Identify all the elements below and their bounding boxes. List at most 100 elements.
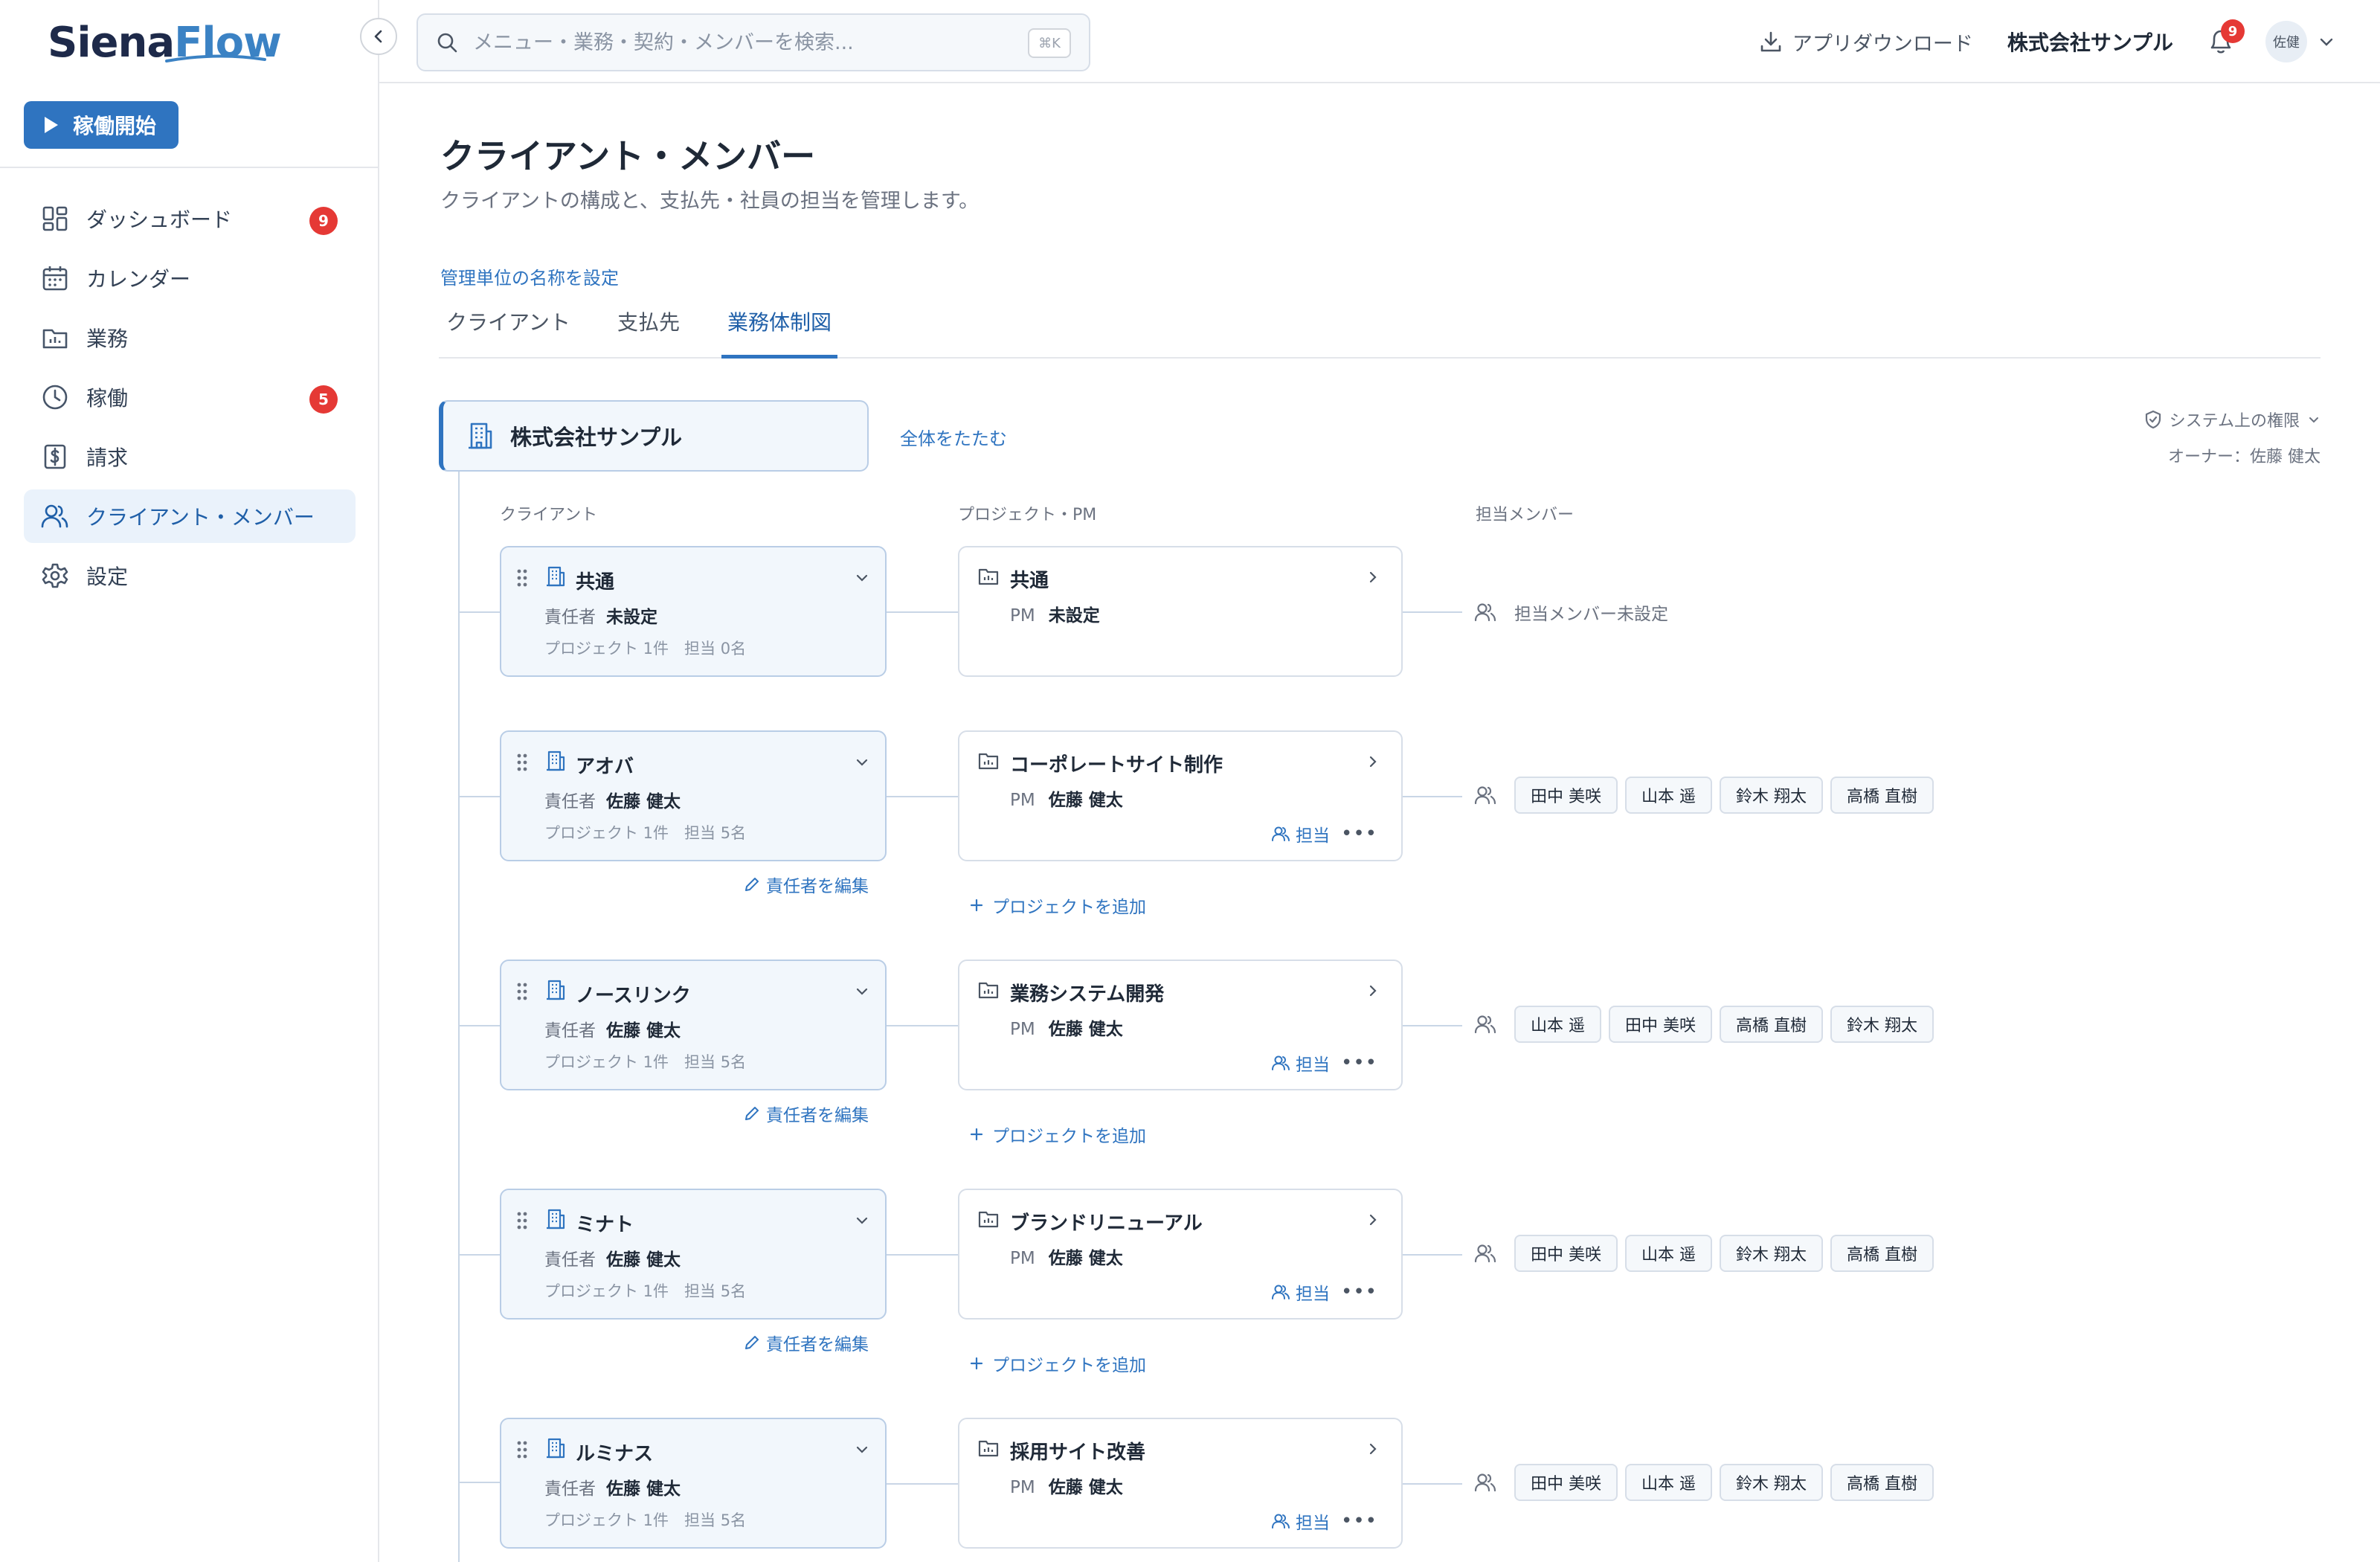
sidebar-item-timesheet[interactable]: 稼働 5 — [24, 370, 356, 424]
member-chip[interactable]: 鈴木 翔太 — [1830, 1006, 1934, 1043]
unit-name-settings-link[interactable]: 管理単位の名称を設定 — [440, 263, 619, 289]
assign-members-button[interactable]: 担当 — [1272, 1279, 1330, 1305]
pencil-icon — [745, 878, 759, 891]
app-download-link[interactable]: アプリダウンロード — [1760, 28, 1973, 57]
chevron-down-icon[interactable] — [2318, 33, 2335, 51]
client-card[interactable]: ノースリンク 責任者 佐藤 健太 プロジェクト 1件 担当 5名 — [500, 960, 887, 1090]
member-chip[interactable]: 高橋 直樹 — [1830, 1464, 1934, 1501]
sidebar-item-dashboard[interactable]: ダッシュボード 9 — [24, 192, 356, 245]
member-list: 担当メンバー未設定 — [1474, 592, 1668, 632]
global-search[interactable]: ⌘K — [416, 13, 1090, 71]
chevron-down-icon[interactable] — [854, 1442, 870, 1458]
member-list: 田中 美咲 山本 遥 鈴木 翔太 高橋 直樹 — [1474, 1233, 1934, 1273]
project-pm: PM 佐藤 健太 — [1010, 791, 1123, 810]
tab-org-chart[interactable]: 業務体制図 — [721, 306, 838, 359]
drag-handle-icon[interactable] — [516, 568, 528, 588]
user-avatar[interactable]: 佐健 — [2265, 21, 2307, 62]
column-header-project: プロジェクト・PM — [958, 506, 1097, 524]
users-icon — [1474, 786, 1496, 805]
client-card[interactable]: アオバ 責任者 佐藤 健太 プロジェクト 1件 担当 5名 — [500, 730, 887, 861]
sidebar-item-billing[interactable]: 請求 — [24, 430, 356, 483]
system-permission-dropdown[interactable]: システム上の権限 — [2144, 408, 2320, 431]
tree-branch-line — [458, 1025, 500, 1026]
collapse-all-button[interactable]: 全体をたたむ — [900, 424, 1007, 450]
project-card[interactable]: 採用サイト改善 PM 佐藤 健太 担当 ••• — [958, 1418, 1403, 1549]
start-work-button[interactable]: 稼働開始 — [24, 101, 178, 149]
member-chip[interactable]: 田中 美咲 — [1514, 1464, 1618, 1501]
member-chip[interactable]: 鈴木 翔太 — [1720, 777, 1823, 814]
client-row: ノースリンク 責任者 佐藤 健太 プロジェクト 1件 担当 5名 責任者を編集 業… — [439, 960, 2320, 1153]
timesheet-badge: 5 — [309, 385, 338, 414]
assign-members-button[interactable]: 担当 — [1272, 1050, 1330, 1076]
project-card[interactable]: ブランドリニューアル PM 佐藤 健太 担当 ••• — [958, 1189, 1403, 1320]
client-row: 共通 責任者 未設定 プロジェクト 1件 担当 0名 共通 PM 未設定 担当メンバ… — [439, 546, 2320, 739]
users-icon — [1272, 1055, 1290, 1070]
chevron-down-icon[interactable] — [854, 983, 870, 1000]
add-project-button[interactable]: プロジェクトを追加 — [970, 1122, 1146, 1147]
sidebar-item-calendar[interactable]: カレンダー — [24, 251, 356, 305]
sidebar-item-work[interactable]: 業務 — [24, 311, 356, 364]
sidebar-item-settings[interactable]: 設定 — [24, 549, 356, 602]
chevron-down-icon[interactable] — [854, 570, 870, 586]
member-chip[interactable]: 鈴木 翔太 — [1720, 1464, 1823, 1501]
member-chip[interactable]: 山本 遥 — [1625, 1464, 1712, 1501]
assign-members-button[interactable]: 担当 — [1272, 1508, 1330, 1534]
client-card[interactable]: ルミナス 責任者 佐藤 健太 プロジェクト 1件 担当 5名 — [500, 1418, 887, 1549]
member-chip[interactable]: 田中 美咲 — [1609, 1006, 1712, 1043]
users-icon — [1474, 1244, 1496, 1263]
more-options-icon[interactable]: ••• — [1341, 1281, 1377, 1303]
play-icon — [45, 117, 58, 133]
client-card[interactable]: ミナト 責任者 佐藤 健太 プロジェクト 1件 担当 5名 — [500, 1189, 887, 1320]
drag-handle-icon[interactable] — [516, 753, 528, 772]
pencil-icon — [745, 1107, 759, 1120]
company-switcher[interactable]: 株式会社サンプル — [2007, 27, 2173, 57]
folder-icon — [978, 753, 999, 770]
tab-clients[interactable]: クライアント — [446, 306, 570, 359]
client-stats: プロジェクト 1件 担当 5名 — [544, 824, 747, 842]
chevron-down-icon[interactable] — [854, 1212, 870, 1229]
drag-handle-icon[interactable] — [516, 1211, 528, 1230]
more-options-icon[interactable]: ••• — [1341, 823, 1377, 845]
client-row: ルミナス 責任者 佐藤 健太 プロジェクト 1件 担当 5名 採用サイト改善 PM… — [439, 1418, 2320, 1562]
project-card[interactable]: 業務システム開発 PM 佐藤 健太 担当 ••• — [958, 960, 1403, 1090]
member-chip[interactable]: 田中 美咲 — [1514, 1235, 1618, 1272]
member-chip[interactable]: 高橋 直樹 — [1830, 777, 1934, 814]
project-card[interactable]: 共通 PM 未設定 — [958, 546, 1403, 677]
building-icon — [547, 566, 565, 587]
more-options-icon[interactable]: ••• — [1341, 1510, 1377, 1532]
project-card[interactable]: コーポレートサイト制作 PM 佐藤 健太 担当 ••• — [958, 730, 1403, 861]
org-root-card[interactable]: 株式会社サンプル — [439, 400, 869, 472]
add-project-button[interactable]: プロジェクトを追加 — [970, 1351, 1146, 1376]
edit-responsible-button[interactable]: 責任者を編集 — [744, 1101, 869, 1126]
client-card[interactable]: 共通 責任者 未設定 プロジェクト 1件 担当 0名 — [500, 546, 887, 677]
building-icon — [547, 1438, 565, 1459]
drag-handle-icon[interactable] — [516, 1440, 528, 1459]
tree-branch-line — [1403, 1254, 1462, 1256]
member-chip[interactable]: 山本 遥 — [1514, 1006, 1601, 1043]
assign-members-button[interactable]: 担当 — [1272, 821, 1330, 846]
tree-branch-line — [887, 1483, 958, 1485]
chevron-down-icon[interactable] — [854, 754, 870, 771]
add-project-button[interactable]: プロジェクトを追加 — [970, 893, 1146, 918]
search-input[interactable] — [473, 30, 994, 54]
member-chip[interactable]: 田中 美咲 — [1514, 777, 1618, 814]
member-chip[interactable]: 鈴木 翔太 — [1720, 1235, 1823, 1272]
more-options-icon[interactable]: ••• — [1341, 1052, 1377, 1074]
member-chip[interactable]: 高橋 直樹 — [1830, 1235, 1934, 1272]
edit-responsible-button[interactable]: 責任者を編集 — [744, 872, 869, 897]
notification-button[interactable]: 9 — [2207, 19, 2245, 57]
drag-handle-icon[interactable] — [516, 982, 528, 1001]
sidebar-collapse-button[interactable] — [360, 18, 397, 55]
building-icon — [547, 751, 565, 771]
member-chip[interactable]: 高橋 直樹 — [1720, 1006, 1823, 1043]
member-chip[interactable]: 山本 遥 — [1625, 1235, 1712, 1272]
client-row: アオバ 責任者 佐藤 健太 プロジェクト 1件 担当 5名 責任者を編集 コーポレ… — [439, 730, 2320, 924]
tab-payees[interactable]: 支払先 — [617, 306, 680, 359]
client-responsible: 責任者 未設定 — [544, 608, 657, 627]
tree-branch-line — [887, 796, 958, 797]
member-chip[interactable]: 山本 遥 — [1625, 777, 1712, 814]
sidebar-item-clients-members[interactable]: クライアント・メンバー — [24, 489, 356, 543]
edit-responsible-button[interactable]: 責任者を編集 — [744, 1330, 869, 1355]
client-responsible: 責任者 佐藤 健太 — [544, 1021, 681, 1041]
tree-branch-line — [1403, 796, 1462, 797]
